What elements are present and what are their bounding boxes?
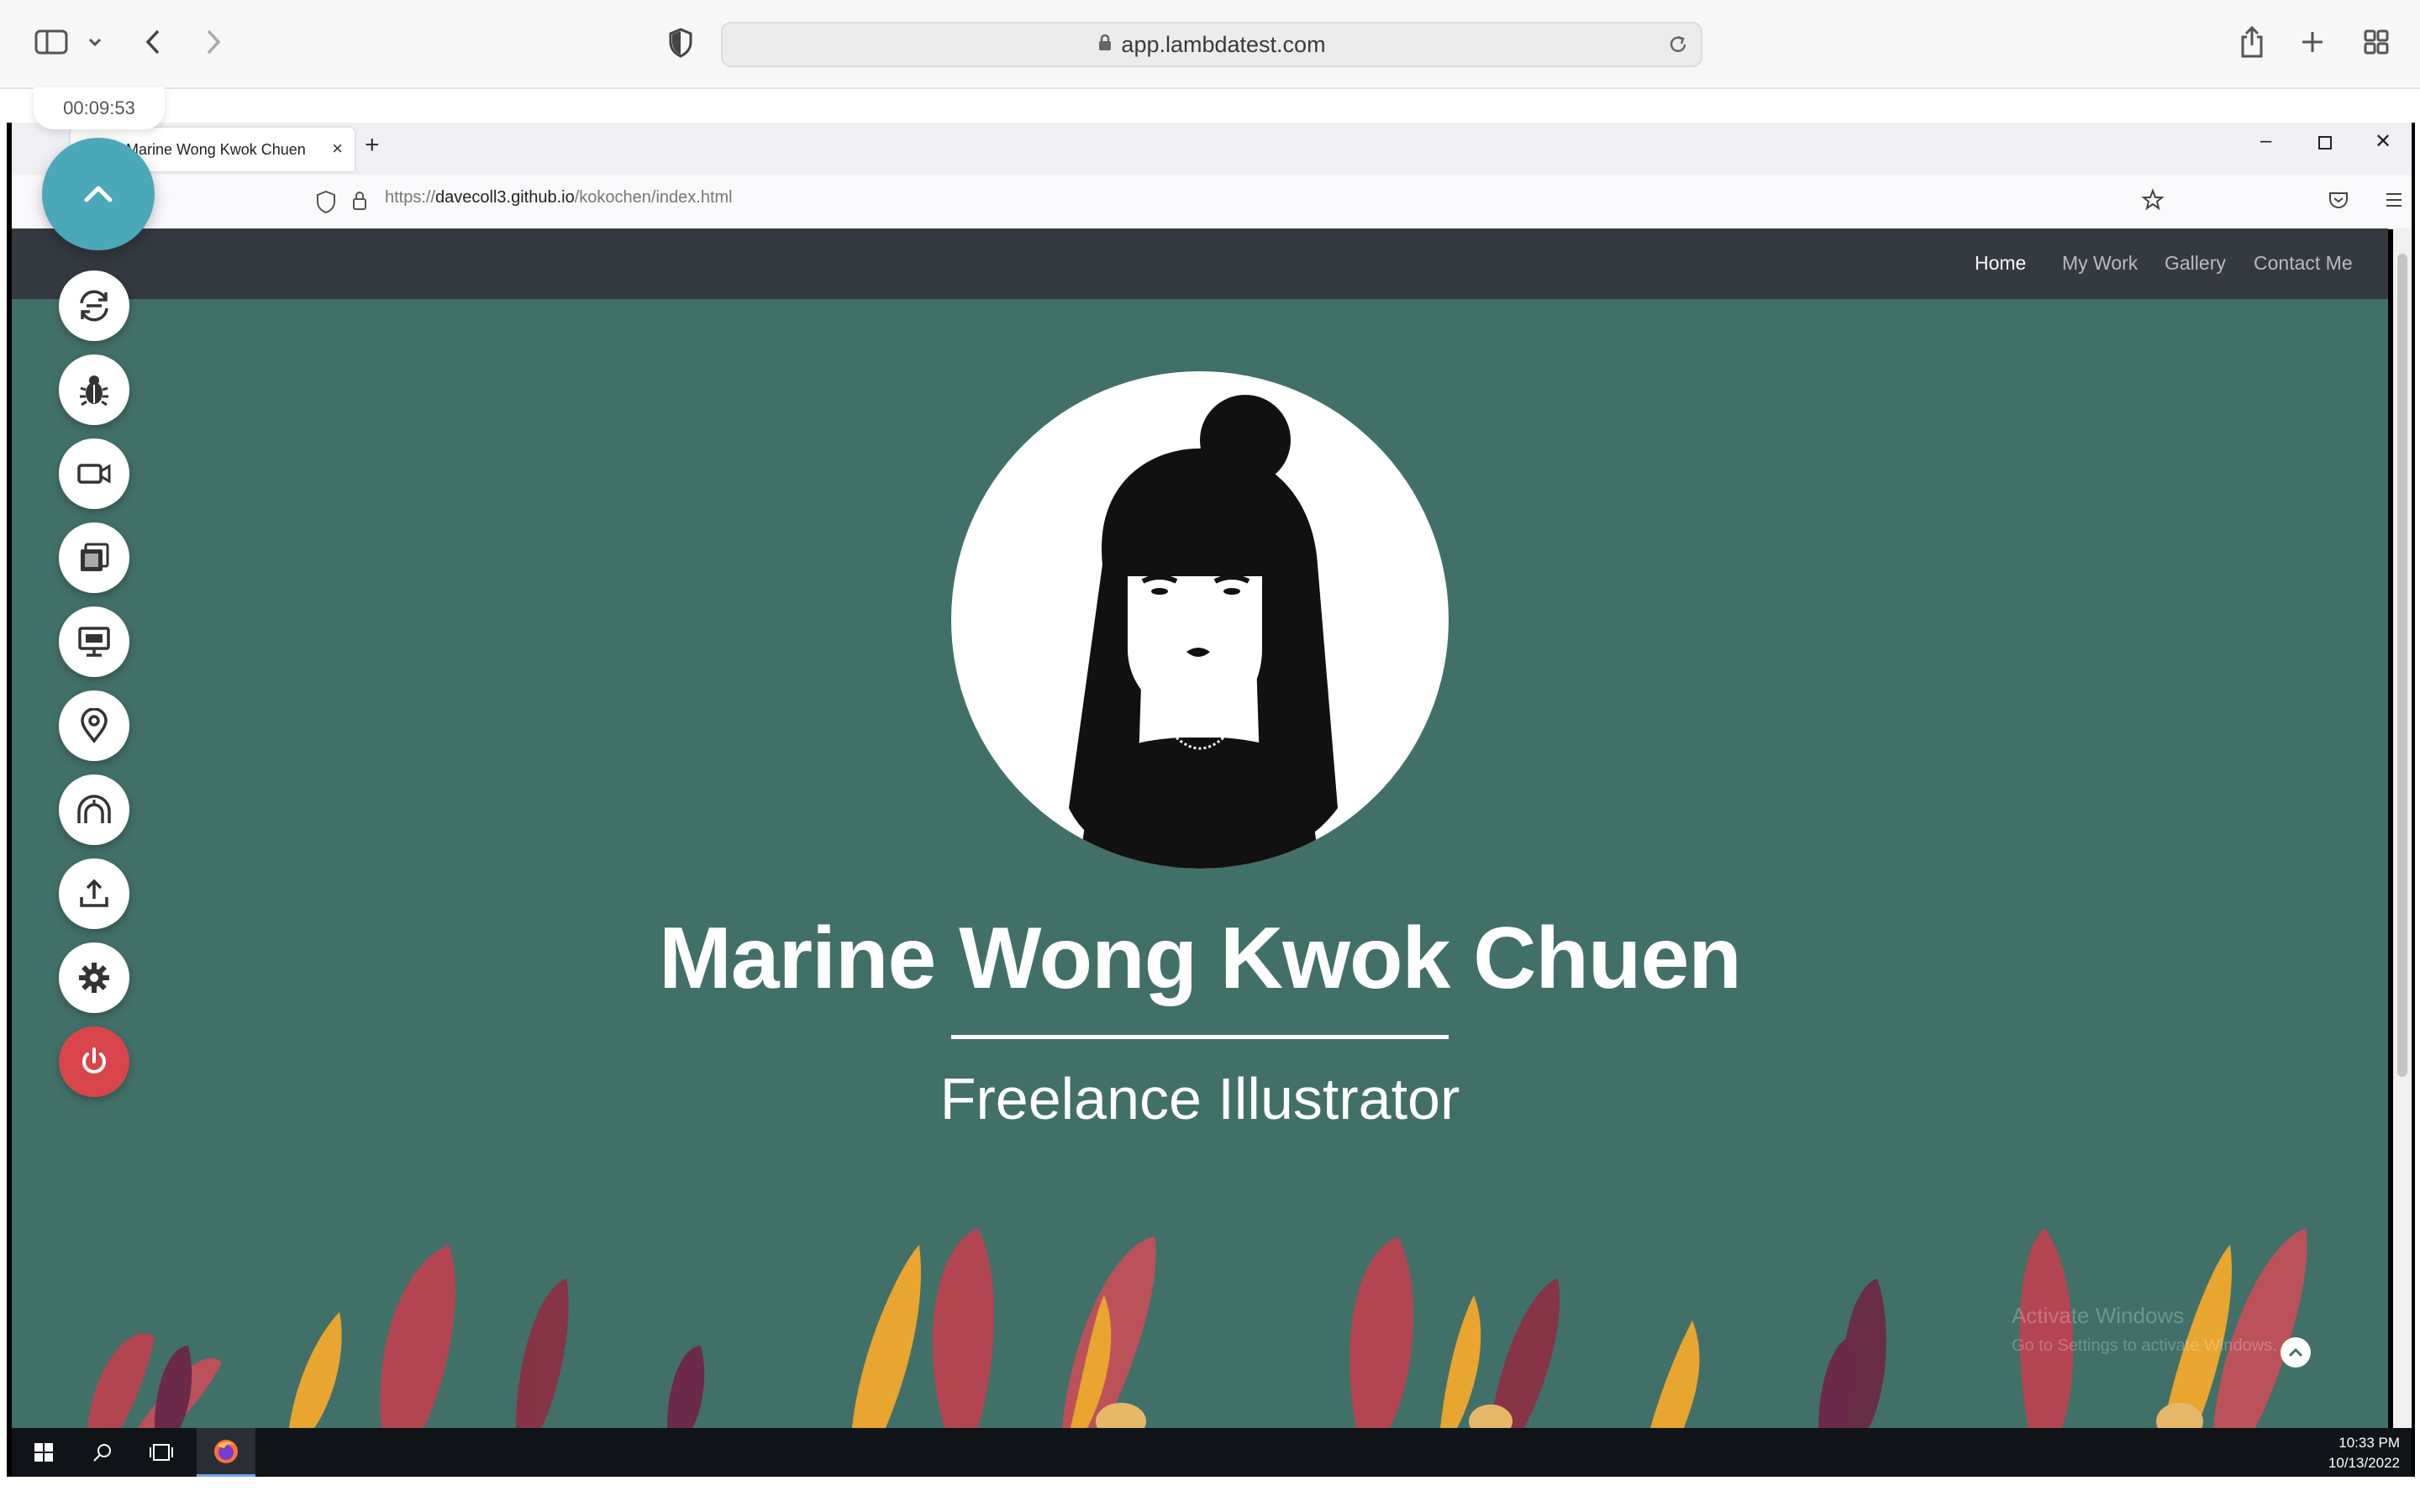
address-bar[interactable]: app.lambdatest.com bbox=[721, 22, 1702, 67]
bug-icon bbox=[80, 375, 108, 407]
scroll-to-top-button[interactable] bbox=[2281, 1337, 2311, 1368]
window-close-icon[interactable]: ✕ bbox=[2375, 129, 2391, 154]
page-scrollbar[interactable] bbox=[2393, 228, 2412, 1428]
back-icon[interactable] bbox=[138, 24, 168, 60]
search-icon[interactable] bbox=[86, 1428, 119, 1477]
screenshots-button[interactable] bbox=[59, 522, 129, 593]
settings-button[interactable] bbox=[59, 942, 129, 1013]
hero-subtitle: Freelance Illustrator bbox=[939, 1066, 1460, 1131]
watermark-text: Go to Settings to activate Windows. bbox=[2012, 1336, 2277, 1355]
safari-toolbar: app.lambdatest.com bbox=[0, 0, 2420, 89]
resolution-button[interactable] bbox=[59, 606, 129, 677]
power-icon bbox=[82, 1047, 106, 1074]
watermark-title: Activate Windows bbox=[2012, 1303, 2185, 1328]
new-tab-icon[interactable] bbox=[2296, 25, 2329, 59]
sidebar-icon[interactable] bbox=[32, 25, 71, 59]
geolocation-button[interactable] bbox=[59, 690, 129, 761]
menu-icon[interactable] bbox=[2385, 192, 2403, 213]
firefox-navbar: https://davecoll3.github.io/kokochen/ind… bbox=[12, 175, 2412, 229]
nav-my-work[interactable]: My Work bbox=[2062, 252, 2138, 275]
url-host: davecoll3.github.io bbox=[435, 188, 575, 207]
end-session-button[interactable] bbox=[59, 1026, 129, 1097]
upload-button[interactable] bbox=[59, 858, 129, 929]
bookmark-star-icon[interactable] bbox=[2141, 188, 2165, 216]
record-video-button[interactable] bbox=[59, 438, 129, 509]
switch-session-button[interactable] bbox=[59, 270, 129, 341]
privacy-shield-icon[interactable] bbox=[664, 25, 697, 60]
avatar bbox=[951, 371, 1449, 869]
windows-start-icon[interactable] bbox=[27, 1428, 60, 1477]
firefox-tab-strip: Marine Wong Kwok Chuen × + – ✕ bbox=[12, 123, 2412, 175]
site-navbar: Home My Work Gallery Contact Me bbox=[12, 228, 2388, 299]
scrollbar-thumb[interactable] bbox=[2397, 254, 2407, 1077]
chevron-up-icon bbox=[2288, 1347, 2303, 1357]
illustrated-portrait bbox=[1069, 395, 1338, 869]
firefox-url[interactable]: https://davecoll3.github.io/kokochen/ind… bbox=[385, 188, 733, 207]
lock-icon bbox=[1097, 34, 1113, 56]
toolbar-collapse-button[interactable] bbox=[42, 138, 155, 250]
tunnel-button[interactable] bbox=[59, 774, 129, 845]
reload-icon[interactable] bbox=[1667, 34, 1689, 60]
hero-name: Marine Wong Kwok Chuen bbox=[659, 910, 1742, 1007]
url-prefix: https:// bbox=[385, 188, 436, 207]
nav-gallery[interactable]: Gallery bbox=[2165, 252, 2226, 275]
bug-report-button[interactable] bbox=[59, 354, 129, 425]
task-view-icon[interactable] bbox=[145, 1428, 178, 1477]
url-path: /kokochen/index.html bbox=[574, 188, 733, 207]
address-text: app.lambdatest.com bbox=[1121, 31, 1326, 57]
location-pin-icon bbox=[81, 708, 108, 743]
clock-date: 10/13/2022 bbox=[2328, 1455, 2400, 1471]
monitor-icon bbox=[78, 627, 110, 657]
gallery-icon bbox=[81, 543, 109, 571]
maximize-icon[interactable] bbox=[2317, 133, 2333, 156]
pocket-icon[interactable] bbox=[2328, 190, 2349, 214]
tab-title: Marine Wong Kwok Chuen bbox=[126, 140, 306, 158]
gear-icon bbox=[79, 963, 109, 993]
tunnel-icon bbox=[77, 795, 111, 823]
web-page: Home My Work Gallery Contact Me Marine W… bbox=[12, 228, 2388, 1428]
divider bbox=[951, 1035, 1449, 1039]
forward-icon[interactable] bbox=[198, 24, 229, 60]
refresh-arrows-icon bbox=[80, 290, 108, 322]
firefox-taskbar-icon[interactable] bbox=[197, 1428, 255, 1477]
activate-windows-watermark: Activate Windows Go to Settings to activ… bbox=[2012, 1300, 2277, 1361]
minimize-icon[interactable]: – bbox=[2260, 129, 2271, 153]
close-tab-icon[interactable]: × bbox=[332, 138, 343, 160]
windows-taskbar: 10:33 PM 10/13/2022 bbox=[12, 1428, 2412, 1477]
share-icon[interactable] bbox=[2235, 22, 2269, 62]
video-camera-icon bbox=[77, 464, 111, 484]
lock-icon[interactable] bbox=[351, 190, 368, 216]
upload-icon bbox=[80, 879, 108, 907]
remote-desktop: Marine Wong Kwok Chuen × + – ✕ https://d… bbox=[7, 123, 2415, 1477]
tracking-shield-icon[interactable] bbox=[316, 190, 336, 218]
new-tab-icon[interactable]: + bbox=[365, 131, 380, 160]
nav-home[interactable]: Home bbox=[1975, 252, 2026, 275]
session-timer: 00:09:53 bbox=[34, 87, 165, 129]
chevron-down-icon[interactable] bbox=[84, 30, 106, 54]
nav-contact-me[interactable]: Contact Me bbox=[2254, 252, 2353, 275]
chevron-up-icon bbox=[84, 186, 113, 202]
tab-overview-icon[interactable] bbox=[2360, 25, 2393, 59]
clock-time: 10:33 PM bbox=[2338, 1435, 2400, 1451]
